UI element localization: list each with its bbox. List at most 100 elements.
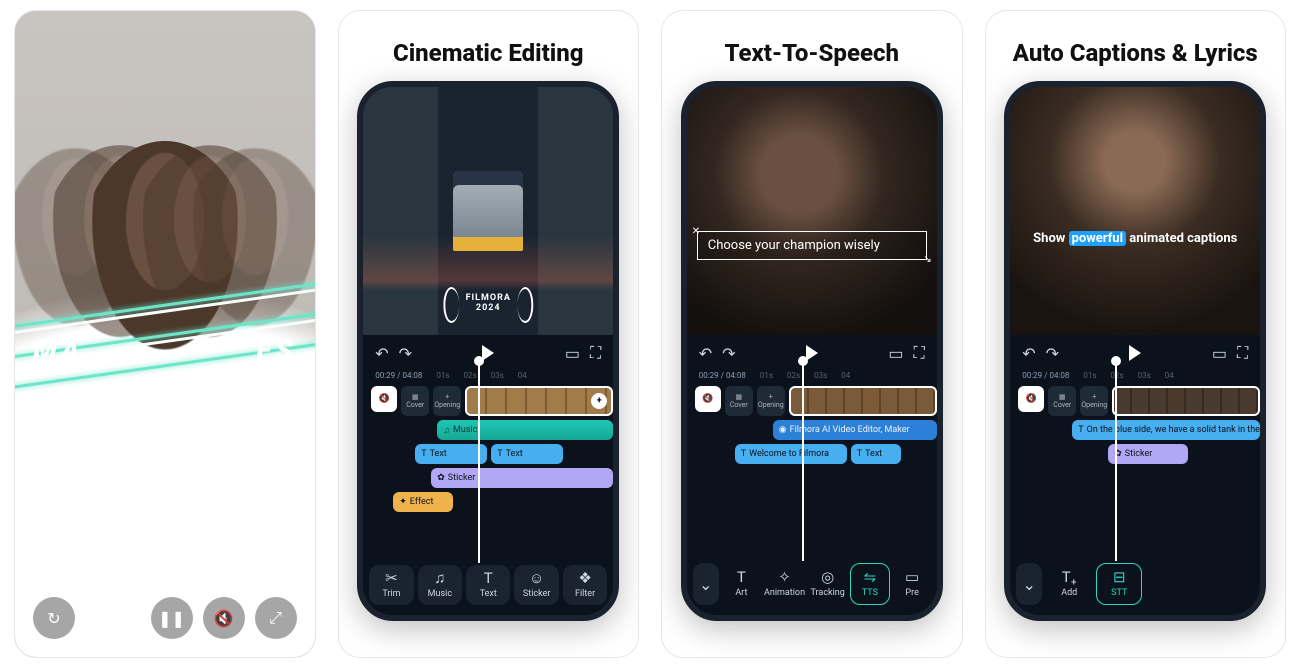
video-preview[interactable]: Show powerful animated captions (1010, 87, 1260, 335)
music-track[interactable]: ♫ Music (437, 420, 613, 440)
redo-icon[interactable]: ↷ (1046, 344, 1059, 363)
playhead[interactable] (1115, 360, 1117, 561)
player-controls: ↶ ↷ ▭ ⛶ (363, 335, 613, 371)
mute-icon: 🔇 (214, 609, 234, 628)
playhead[interactable] (478, 360, 480, 563)
toolbar-collapse[interactable]: ⌄ (693, 563, 719, 605)
tool-trim[interactable]: ✂Trim (369, 565, 413, 605)
resize-handle-icon[interactable]: ↘ (923, 254, 931, 265)
video-clip[interactable] (1112, 386, 1260, 416)
phone-mock: FILMORA 2024 ↶ ↷ ▭ ⛶ 00:29 / 04:08 01s 0… (357, 81, 619, 621)
editable-caption[interactable]: ✕ Choose your champion wisely ↘ (697, 231, 927, 260)
video-clip[interactable] (789, 386, 937, 416)
timeline[interactable]: 🔇 ▦Cover +Opening T On the blue side, we… (1010, 382, 1260, 557)
play-button[interactable] (1129, 345, 1141, 361)
pause-icon: ❚❚ (158, 609, 185, 628)
play-button[interactable] (806, 345, 818, 361)
tool-tracking[interactable]: ◎Tracking (809, 563, 846, 605)
feature-card-captions: Auto Captions & Lyrics Show powerful ani… (985, 10, 1287, 658)
text-clip[interactable]: T Text (491, 444, 563, 464)
caption-highlight: powerful (1069, 231, 1126, 246)
undo-icon[interactable]: ↶ (375, 344, 388, 363)
crop-icon[interactable]: ▭ (565, 344, 580, 363)
text-icon: T (484, 571, 493, 586)
undo-icon[interactable]: ↶ (699, 344, 712, 363)
timecode: 00:29 / 04:08 (375, 371, 422, 380)
badge-line1: FILMORA (466, 293, 511, 303)
opening-chip[interactable]: +Opening (1080, 386, 1108, 416)
crop-icon[interactable]: ▭ (1212, 344, 1227, 363)
tick: 01s (1083, 371, 1096, 380)
tts-clip[interactable]: ◉ Filmora AI Video Editor, Maker (773, 420, 937, 440)
tick: 01s (436, 371, 449, 380)
bottom-toolbar: ⌄ T₊Add ⊟STT (1010, 557, 1260, 615)
tool-add[interactable]: T₊Add (1046, 563, 1092, 605)
track-mute-button[interactable]: 🔇 (1018, 386, 1044, 412)
caption-text: Choose your champion wisely (708, 238, 880, 253)
effect-clip[interactable]: ✦ Effect (393, 492, 453, 512)
playhead[interactable] (802, 360, 804, 561)
tool-sticker[interactable]: ☺Sticker (514, 565, 558, 605)
tool-art[interactable]: TArt (723, 563, 760, 605)
bottom-toolbar: ✂Trim ♫Music TText ☺Sticker ❖Filter (363, 559, 613, 615)
video-preview[interactable]: FILMORA 2024 (363, 87, 613, 335)
card-title: Auto Captions & Lyrics (1013, 39, 1258, 67)
tool-pre[interactable]: ▭Pre (894, 563, 931, 605)
expand-button[interactable]: ⤢ (255, 597, 297, 639)
music-icon: ♫ (434, 571, 445, 586)
opening-chip[interactable]: +Opening (433, 386, 461, 416)
video-preview[interactable]: ✕ Choose your champion wisely ↘ (687, 87, 937, 335)
sticker-icon: ☺ (529, 571, 544, 586)
timeline[interactable]: 🔇 ▦Cover +Opening ◉ Filmora AI Video Edi… (687, 382, 937, 557)
cover-chip[interactable]: ▦Cover (401, 386, 429, 416)
tick: 01s (760, 371, 773, 380)
tool-tts[interactable]: ⇋TTS (850, 563, 889, 605)
cover-chip[interactable]: ▦Cover (725, 386, 753, 416)
close-icon[interactable]: ✕ (692, 226, 700, 237)
fullscreen-icon[interactable]: ⛶ (1237, 343, 1248, 363)
redo-icon[interactable]: ↷ (399, 344, 412, 363)
crop-icon[interactable]: ▭ (888, 344, 903, 363)
phone-mock: ✕ Choose your champion wisely ↘ ↶ ↷ ▭ ⛶ 00… (681, 81, 943, 621)
toolbar-collapse[interactable]: ⌄ (1016, 563, 1042, 605)
bottom-toolbar: ⌄ TArt ✧Animation ◎Tracking ⇋TTS ▭Pre (687, 557, 937, 615)
pause-button[interactable]: ❚❚ (151, 597, 193, 639)
time-ruler: 00:29 / 04:08 01s 02s 03s 04 (687, 371, 937, 382)
mute-button[interactable]: 🔇 (203, 597, 245, 639)
opening-chip[interactable]: +Opening (757, 386, 785, 416)
cover-chip[interactable]: ▦Cover (1048, 386, 1076, 416)
caption-clip[interactable]: T On the blue side, we have a solid tank… (1072, 420, 1260, 440)
time-ruler: 00:29 / 04:08 01s 02s 03s 04 (363, 371, 613, 382)
fullscreen-icon[interactable]: ⛶ (590, 343, 601, 363)
feature-card-cinematic: Cinematic Editing FILMORA 2024 ↶ ↷ ▭ ⛶ (338, 10, 640, 658)
tick: 03s (814, 371, 827, 380)
fullscreen-icon[interactable]: ⛶ (914, 343, 925, 363)
text-clip[interactable]: T Text (415, 444, 487, 464)
timeline[interactable]: 🔇 ▦Cover +Opening + ♫ Music T Text T Tex… (363, 382, 613, 559)
tool-text[interactable]: TText (466, 565, 510, 605)
tool-filter[interactable]: ❖Filter (563, 565, 607, 605)
promo-text-left: MA (33, 334, 84, 367)
add-clip-button[interactable]: + (591, 393, 607, 409)
add-text-icon: T₊ (1062, 570, 1077, 585)
tool-stt[interactable]: ⊟STT (1096, 563, 1142, 605)
badge-line2: 2024 (466, 303, 511, 313)
restart-button[interactable]: ↻ (33, 597, 75, 639)
timecode: 00:29 / 04:08 (1022, 371, 1069, 380)
video-clip[interactable]: + (465, 386, 613, 416)
tool-animation[interactable]: ✧Animation (764, 563, 805, 605)
tool-music[interactable]: ♫Music (418, 565, 462, 605)
sticker-clip[interactable]: ✿ Sticker (1108, 444, 1188, 464)
tick: 02s (464, 371, 477, 380)
player-controls: ↶ ↷ ▭ ⛶ (1010, 335, 1260, 371)
track-mute-button[interactable]: 🔇 (695, 386, 721, 412)
undo-icon[interactable]: ↶ (1022, 344, 1035, 363)
redo-icon[interactable]: ↷ (722, 344, 735, 363)
text-clip[interactable]: T Text (851, 444, 901, 464)
sticker-clip[interactable]: ✿ Sticker (431, 468, 613, 488)
play-button[interactable] (482, 345, 494, 361)
promo-player-controls: ↻ ❚❚ 🔇 ⤢ (33, 597, 297, 639)
track-mute-button[interactable]: 🔇 (371, 386, 397, 412)
tts-clip[interactable]: T Welcome to Filmora (735, 444, 847, 464)
expand-icon: ⤢ (269, 608, 282, 628)
